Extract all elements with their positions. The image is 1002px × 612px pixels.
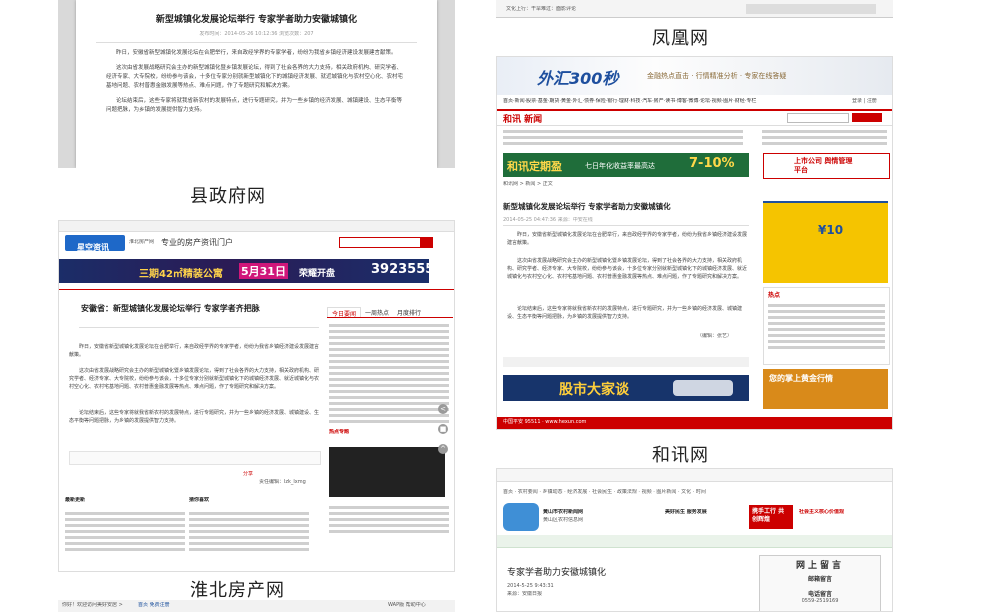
hexun-paragraph-1: 昨日，安徽省新型城镇化发展论坛在合肥举行，来自政经学界的专家学者，纷纷为我省乡镇… <box>507 232 748 246</box>
huaibei-article-title: 安徽省：新型城镇化发展论坛举行 专家学者齐把脉 <box>81 304 260 313</box>
huaibei-ad-banner[interactable]: 三期42㎡精装公寓 5月31日 荣耀开盘 3923555 <box>59 259 434 283</box>
hexun-fx-banner[interactable]: 外汇300秒 金融热点直击 · 行情精准分析 · 专家在线答疑 <box>497 57 892 95</box>
huaibei-search-input[interactable] <box>339 237 421 248</box>
footer-links-right[interactable]: WAP版 帮助中心 <box>388 602 426 609</box>
banner-open: 荣耀开盘 <box>299 269 336 279</box>
huaibei-hot-topic: 热点专题 <box>329 429 350 435</box>
ad-right-top-text: 上市公司 舆情管理平台 <box>794 157 853 174</box>
message-title: 网上留言 <box>795 561 844 571</box>
huaibei-logo[interactable]: 星空资讯 <box>65 235 125 252</box>
rural-banner-map[interactable] <box>503 503 539 531</box>
article-paragraph-1: 昨日，安徽省新型城镇化发展论坛在合肥举行，来自政经学界的专家学者，纷纷为我省乡镇… <box>116 50 397 56</box>
hexun-logo[interactable]: 和讯 新闻 <box>503 112 542 125</box>
rural-top-bar[interactable] <box>497 469 892 482</box>
huaibei-paragraph-1: 昨日，安徽省新型城镇化发展论坛在合肥举行，来自政经学界的专家学者，纷纷为我省乡镇… <box>69 344 320 358</box>
hexun-login[interactable]: 登录 | 注册 <box>852 98 877 105</box>
hexun-footer-url[interactable]: 中国平安 95511 · www.hexun.com <box>497 417 892 428</box>
hexun-share-bar[interactable] <box>503 357 749 367</box>
hexun-breadcrumb[interactable]: 和讯网 > 新闻 > 正文 <box>503 181 553 188</box>
message-phone[interactable]: 电话留言 <box>760 583 880 598</box>
ad-coin-text: ¥10 <box>818 223 844 237</box>
article-meta: 发布时间：2014-05-26 10:12:36 浏览次数：207 <box>199 31 314 37</box>
share-control-icon[interactable]: < <box>438 404 448 414</box>
rural-banner-2[interactable]: 携手工行 共创辉煌 <box>749 505 793 529</box>
county-gov-screenshot: 新型城镇化发展论坛举行 专家学者助力安徽城镇化 发布时间：2014-05-26 … <box>58 0 455 168</box>
hexun-bottom-bar: 中国平安 95511 · www.hexun.com <box>497 417 892 429</box>
footer-login-hint[interactable]: 你好！欢迎访问美好安居 > <box>62 602 123 609</box>
huaibei-brand-sub: 淮北房产网 <box>129 239 155 245</box>
hexun-fx-brand: 外汇300秒 <box>537 69 619 88</box>
comment-control-icon[interactable]: ■ <box>438 424 448 434</box>
hexun-top-nav[interactable]: 首页·新闻·股票·基金·期货·黄金·外汇·债券·保险·银行·理财·科技·汽车·房… <box>503 98 833 105</box>
hexun-paragraph-2: 这次由省发展战略研究会主办的新型城镇化暨乡镇发展论坛，得到了社会各界的大力支持，… <box>507 258 748 280</box>
huaibei-author: 责任编辑：lzk_lxmg <box>259 479 306 485</box>
rural-green-bar <box>497 535 892 548</box>
hexun-right-ad-top[interactable]: 上市公司 舆情管理平台 <box>763 153 890 179</box>
hot-label: 热点 <box>768 292 781 299</box>
banner-tel: 3923555 <box>371 262 435 277</box>
huaibei-share[interactable]: 分享 <box>243 471 253 478</box>
huaibei-latest: 最新更新 <box>65 497 86 503</box>
promo-rate: 7-10% <box>689 156 735 171</box>
article-paragraph-2: 这次由省发展战略研究会主办的新型城镇化暨乡镇发展论坛，得到了社会各界的大力支持，… <box>106 65 404 89</box>
hexun-right-ad-mid[interactable]: ¥10 <box>763 181 888 283</box>
message-board[interactable]: 网上留言 邮箱留言 电话留言 0559-2519169 <box>759 555 881 611</box>
message-mail[interactable]: 邮箱留言 <box>760 571 880 583</box>
hexun-screenshot: 外汇300秒 金融热点直击 · 行情精准分析 · 专家在线答疑 首页·新闻·股票… <box>496 56 893 430</box>
huaibei-footer: 你好！欢迎访问美好安居 > 首页 免费注册 WAP版 帮助中心 <box>58 600 455 612</box>
footer-links[interactable]: 首页 免费注册 <box>138 602 170 609</box>
caption-hexun: 和讯网 <box>652 445 709 466</box>
huaibei-slogan: 专业的房产资讯门户 <box>161 238 233 247</box>
hexun-stock-banner[interactable]: 股市大家谈 <box>503 375 749 401</box>
hexun-search-button[interactable] <box>852 113 882 122</box>
rural-site-name-2: 黄山区农村信息网 <box>543 517 584 523</box>
phoenix-screenshot: 文化上行：干旱难过：面影评论 <box>496 0 893 18</box>
article-paragraph-3: 论坛结束后，这些专家将就我省新农村的发展特点，进行专题研究，并为一些乡镇的经济发… <box>106 98 403 113</box>
tab-month[interactable]: 月度排行 <box>393 307 425 317</box>
hexun-promo-banner[interactable]: 和讯定期盈 七日年化收益率最高达 7-10% <box>503 153 749 177</box>
tab-week[interactable]: 一周热点 <box>361 307 393 317</box>
promo-subtitle: 七日年化收益率最高达 <box>585 162 655 170</box>
gold-ad-text: 您的掌上黄金行情 <box>769 374 833 383</box>
rural-banner-1[interactable]: 美好民生 服务发展 <box>665 509 707 516</box>
phoenix-toplink[interactable]: 文化上行：干旱难过：面影评论 <box>506 6 576 13</box>
hexun-article-title: 新型城镇化发展论坛举行 专家学者助力安徽城镇化 <box>503 202 671 211</box>
rural-article-source: 来源：安徽日报 <box>507 591 543 597</box>
caption-county: 县政府网 <box>190 186 266 207</box>
rural-site-name: 黄山市农村新闻网 <box>543 509 584 515</box>
caption-phoenix: 凤凰网 <box>652 28 709 49</box>
huaibei-guess: 猜你喜欢 <box>189 497 210 503</box>
message-phone-number: 0559-2519169 <box>801 598 839 604</box>
scroll-top-icon[interactable]: ^ <box>438 444 448 454</box>
huaibei-paragraph-2: 这次由省发展战略研究会主办的新型城镇化暨乡镇发展论坛，得到了社会各界的大力支持，… <box>69 368 320 390</box>
article-title: 新型城镇化发展论坛举行 专家学者助力安徽城镇化 <box>155 15 358 25</box>
hexun-paragraph-3: 论坛结束后，这些专家将就我省新农村的发展特点，进行专题研究，并为一些乡镇的经济发… <box>507 306 743 320</box>
hexun-editor: （编辑：张艺） <box>697 333 733 339</box>
hexun-fx-slogan: 金融热点直击 · 行情精准分析 · 专家在线答疑 <box>647 72 787 80</box>
huaibei-hot-image[interactable] <box>329 447 445 497</box>
hexun-gold-ad[interactable]: 您的掌上黄金行情 <box>763 369 888 409</box>
huaibei-screenshot: 星空资讯 淮北房产网 专业的房产资讯门户 三期42㎡精装公寓 5月31日 荣耀开… <box>58 220 455 572</box>
hexun-right-hot: 热点 <box>763 287 890 365</box>
banner-main: 三期42㎡精装公寓 <box>139 269 223 280</box>
stock-banner-text: 股市大家谈 <box>559 382 629 398</box>
huaibei-paragraph-3: 论坛结束后，这些专家将就我省新农村的发展特点，进行专题研究，并为一些乡镇的经济发… <box>69 410 320 424</box>
hexun-article-meta: 2014-05-25 04:47:36 来源：中安在线 <box>503 217 593 223</box>
huaibei-brand: 星空资讯 <box>77 243 109 252</box>
huaibei-top-nav[interactable] <box>59 221 454 232</box>
promo-title: 和讯定期盈 <box>507 160 562 173</box>
huaibei-search-button[interactable] <box>421 237 433 248</box>
tab-today[interactable]: 今日要闻 <box>327 307 362 318</box>
rural-banner-2-text: 携手工行 共创辉煌 <box>752 508 785 523</box>
rural-banner-3[interactable]: 社会主义核心价值观 <box>799 509 844 516</box>
rural-article-date: 2014-5-25 9:43:31 <box>507 583 554 589</box>
rural-news-screenshot: 首页 · 农村要闻 · 乡镇动态 · 经济发展 · 社会民生 · 政策法规 · … <box>496 468 893 612</box>
rural-nav[interactable]: 首页 · 农村要闻 · 乡镇动态 · 经济发展 · 社会民生 · 政策法规 · … <box>503 489 833 496</box>
caption-huaibei: 淮北房产网 <box>190 580 285 601</box>
huaibei-tag-box <box>69 451 321 465</box>
banner-date: 5月31日 <box>239 263 288 279</box>
rural-article-title: 专家学者助力安徽城镇化 <box>507 568 607 578</box>
